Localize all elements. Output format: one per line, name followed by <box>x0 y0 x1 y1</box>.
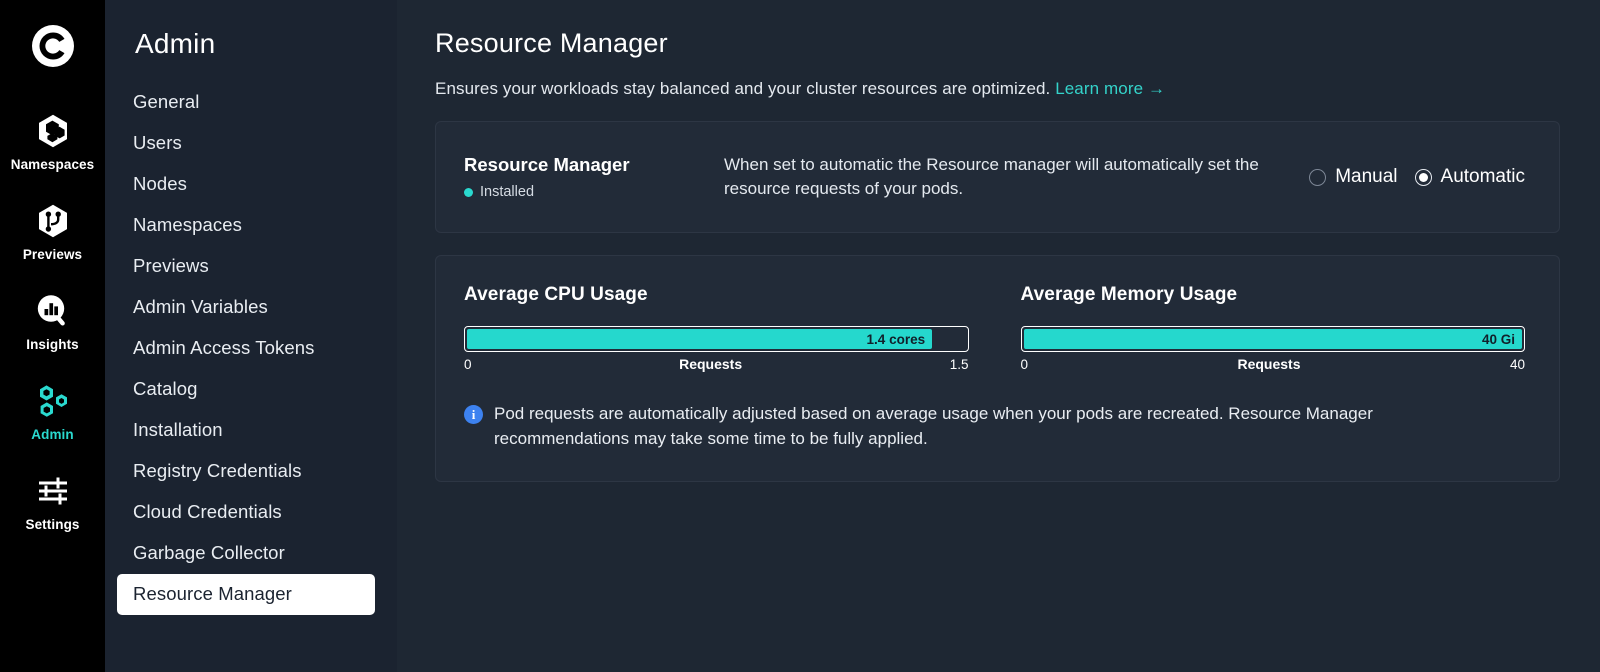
sidebar-item-catalog[interactable]: Catalog <box>117 369 375 410</box>
mode-card-title: Resource Manager <box>464 154 724 176</box>
sidebar-list: General Users Nodes Namespaces Previews … <box>105 82 397 615</box>
sidebar-item-resource-manager[interactable]: Resource Manager <box>117 574 375 615</box>
status-dot-icon <box>464 188 473 197</box>
radio-automatic[interactable]: Automatic <box>1415 166 1525 188</box>
rail-label-previews: Previews <box>23 247 82 262</box>
hexagon-cluster-icon <box>33 380 73 422</box>
rail-item-previews[interactable]: Previews <box>0 200 105 262</box>
circle-c-logo-icon[interactable] <box>27 20 79 72</box>
status-badge: Installed <box>464 184 724 200</box>
status-badge-label: Installed <box>480 184 534 200</box>
rail-label-namespaces: Namespaces <box>11 157 95 172</box>
rail-item-namespaces[interactable]: Namespaces <box>0 110 105 172</box>
memory-axis-min: 0 <box>1021 357 1029 372</box>
page-title: Resource Manager <box>435 28 1560 59</box>
mode-radio-group: Manual Automatic <box>1309 166 1525 188</box>
info-icon: i <box>464 405 483 424</box>
rail-label-admin: Admin <box>31 427 74 442</box>
sidebar-item-installation[interactable]: Installation <box>117 410 375 451</box>
mode-card-description: When set to automatic the Resource manag… <box>724 153 1309 201</box>
usage-note: i Pod requests are automatically adjuste… <box>464 402 1525 451</box>
rail-item-insights[interactable]: Insights <box>0 290 105 352</box>
sidebar-item-users[interactable]: Users <box>117 123 375 164</box>
usage-charts-row: Average CPU Usage 1.4 cores 0 Requests 1… <box>464 284 1525 372</box>
rail-item-admin[interactable]: Admin <box>0 380 105 442</box>
cpu-bar-track: 1.4 cores <box>464 326 969 352</box>
rail-label-settings: Settings <box>25 517 79 532</box>
rail-item-settings[interactable]: Settings <box>0 470 105 532</box>
cpu-bar-fill: 1.4 cores <box>467 329 932 349</box>
sidebar-item-nodes[interactable]: Nodes <box>117 164 375 205</box>
primary-nav-rail: Namespaces Previews <box>0 0 105 672</box>
sidebar-item-registry-credentials[interactable]: Registry Credentials <box>117 451 375 492</box>
page-subtitle-text: Ensures your workloads stay balanced and… <box>435 79 1050 98</box>
cpu-axis-mid: Requests <box>679 356 742 372</box>
cpu-bar-axis: 0 Requests 1.5 <box>464 356 969 372</box>
git-branch-hexagon-icon <box>34 200 72 242</box>
memory-axis-max: 40 <box>1510 357 1525 372</box>
sidebar-item-admin-access-tokens[interactable]: Admin Access Tokens <box>117 328 375 369</box>
sidebar-item-general[interactable]: General <box>117 82 375 123</box>
mode-card-identity: Resource Manager Installed <box>464 154 724 200</box>
memory-bar-value-label: 40 Gi <box>1482 332 1515 347</box>
sidebar-item-namespaces[interactable]: Namespaces <box>117 205 375 246</box>
radio-manual-label: Manual <box>1335 166 1397 188</box>
main-content: Resource Manager Ensures your workloads … <box>397 0 1600 672</box>
cpu-bar-value-label: 1.4 cores <box>867 332 926 347</box>
learn-more-link[interactable]: Learn more → <box>1055 79 1165 98</box>
bar-chart-magnifier-icon <box>34 290 72 332</box>
memory-chart-title: Average Memory Usage <box>1021 284 1526 306</box>
memory-bar-track: 40 Gi <box>1021 326 1526 352</box>
page-subtitle: Ensures your workloads stay balanced and… <box>435 79 1560 99</box>
usage-card: Average CPU Usage 1.4 cores 0 Requests 1… <box>435 255 1560 482</box>
sidebar-title: Admin <box>105 28 397 60</box>
sidebar-item-previews[interactable]: Previews <box>117 246 375 287</box>
memory-axis-mid: Requests <box>1237 356 1300 372</box>
radio-automatic-label: Automatic <box>1441 166 1525 188</box>
cpu-usage-chart: Average CPU Usage 1.4 cores 0 Requests 1… <box>464 284 969 372</box>
usage-note-text: Pod requests are automatically adjusted … <box>494 402 1504 451</box>
cpu-axis-max: 1.5 <box>950 357 969 372</box>
app-root: Namespaces Previews <box>0 0 1600 672</box>
sidebar-item-admin-variables[interactable]: Admin Variables <box>117 287 375 328</box>
memory-usage-chart: Average Memory Usage 40 Gi 0 Requests 40 <box>1021 284 1526 372</box>
radio-manual-mark-icon <box>1309 169 1326 186</box>
sliders-icon <box>34 470 72 512</box>
radio-manual[interactable]: Manual <box>1309 166 1397 188</box>
hexagon-cluster-icon <box>34 110 72 152</box>
sidebar-item-cloud-credentials[interactable]: Cloud Credentials <box>117 492 375 533</box>
admin-sidebar: Admin General Users Nodes Namespaces Pre… <box>105 0 397 672</box>
sidebar-item-garbage-collector[interactable]: Garbage Collector <box>117 533 375 574</box>
memory-bar-axis: 0 Requests 40 <box>1021 356 1526 372</box>
memory-bar-fill: 40 Gi <box>1024 329 1523 349</box>
rail-label-insights: Insights <box>26 337 79 352</box>
resource-manager-mode-card: Resource Manager Installed When set to a… <box>435 121 1560 233</box>
cpu-chart-title: Average CPU Usage <box>464 284 969 306</box>
cpu-axis-min: 0 <box>464 357 472 372</box>
radio-automatic-mark-icon <box>1415 169 1432 186</box>
